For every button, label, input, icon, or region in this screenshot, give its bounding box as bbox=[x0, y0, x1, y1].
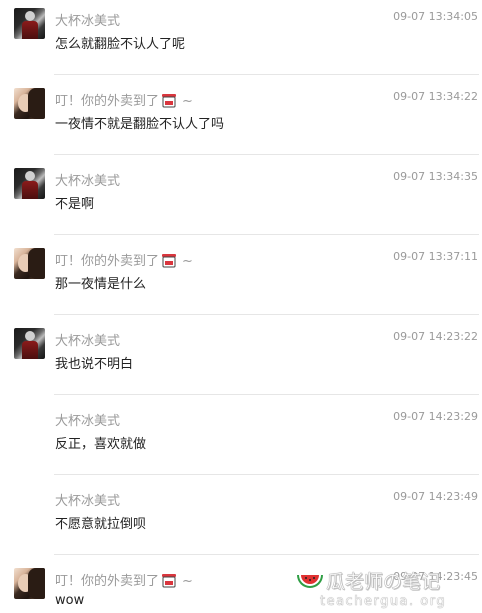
avatar[interactable] bbox=[14, 8, 45, 39]
sender-name[interactable]: 大杯冰美式 bbox=[55, 170, 120, 189]
sender-name[interactable]: 叮！你的外卖到了 ~ bbox=[55, 250, 193, 272]
message-time: 09-07 14:23:29 bbox=[393, 410, 478, 423]
takeout-box-icon bbox=[161, 93, 177, 112]
message-text: wow bbox=[55, 593, 85, 608]
message-item: 叮！你的外卖到了 ~ 09-07 13:34:22 一夜情不就是翻脸不认人了吗 bbox=[0, 80, 482, 160]
divider bbox=[54, 554, 479, 555]
divider bbox=[54, 154, 479, 155]
takeout-box-icon bbox=[161, 573, 177, 592]
sender-name-text: 叮！你的外卖到了 bbox=[55, 574, 160, 589]
divider bbox=[54, 234, 479, 235]
watermark: 瓜老师の笔记 teachergua. org bbox=[292, 565, 472, 613]
sender-name[interactable]: 大杯冰美式 bbox=[55, 410, 120, 429]
sender-name-text: 叮！你的外卖到了 bbox=[55, 94, 160, 109]
avatar[interactable] bbox=[14, 328, 45, 359]
divider bbox=[54, 474, 479, 475]
message-text: 怎么就翻脸不认人了呢 bbox=[55, 37, 186, 52]
message-item: 叮！你的外卖到了 ~ 09-07 13:37:11 那一夜情是什么 bbox=[0, 240, 482, 320]
avatar[interactable] bbox=[14, 88, 45, 119]
message-text: 反正，喜欢就做 bbox=[55, 437, 147, 452]
takeout-box-icon bbox=[161, 253, 177, 272]
sender-name[interactable]: 叮！你的外卖到了 ~ bbox=[55, 570, 193, 592]
message-item: 大杯冰美式 09-07 13:34:35 不是啊 bbox=[0, 160, 482, 240]
message-time: 09-07 13:34:05 bbox=[393, 10, 478, 23]
sender-name-text: 叮！你的外卖到了 bbox=[55, 254, 160, 269]
message-item: 大杯冰美式 09-07 14:23:49 不愿意就拉倒呗 bbox=[0, 480, 482, 560]
message-time: 09-07 13:34:22 bbox=[393, 90, 478, 103]
sender-name[interactable]: 大杯冰美式 bbox=[55, 490, 120, 509]
watermark-title: 瓜老师の笔记 bbox=[326, 571, 441, 593]
message-item: 大杯冰美式 09-07 13:34:05 怎么就翻脸不认人了呢 bbox=[0, 0, 482, 80]
message-item: 大杯冰美式 09-07 14:23:29 反正，喜欢就做 bbox=[0, 400, 482, 480]
sender-name[interactable]: 大杯冰美式 bbox=[55, 10, 120, 29]
watermark-url: teachergua. org bbox=[320, 594, 447, 609]
divider bbox=[54, 74, 479, 75]
message-text: 一夜情不就是翻脸不认人了吗 bbox=[55, 117, 225, 132]
name-suffix: ~ bbox=[182, 254, 193, 269]
message-time: 09-07 14:23:22 bbox=[393, 330, 478, 343]
message-text: 那一夜情是什么 bbox=[55, 277, 147, 292]
name-suffix: ~ bbox=[182, 574, 193, 589]
message-time: 09-07 13:34:35 bbox=[393, 170, 478, 183]
message-time: 09-07 13:37:11 bbox=[393, 250, 478, 263]
avatar[interactable] bbox=[14, 168, 45, 199]
sender-name[interactable]: 叮！你的外卖到了 ~ bbox=[55, 90, 193, 112]
message-time: 09-07 14:23:49 bbox=[393, 490, 478, 503]
name-suffix: ~ bbox=[182, 94, 193, 109]
message-text: 不愿意就拉倒呗 bbox=[55, 517, 147, 532]
avatar[interactable] bbox=[14, 568, 45, 599]
message-text: 我也说不明白 bbox=[55, 357, 134, 372]
divider bbox=[54, 314, 479, 315]
message-item: 大杯冰美式 09-07 14:23:22 我也说不明白 bbox=[0, 320, 482, 400]
divider bbox=[54, 394, 479, 395]
sender-name[interactable]: 大杯冰美式 bbox=[55, 330, 120, 349]
message-text: 不是啊 bbox=[55, 197, 95, 212]
avatar[interactable] bbox=[14, 248, 45, 279]
